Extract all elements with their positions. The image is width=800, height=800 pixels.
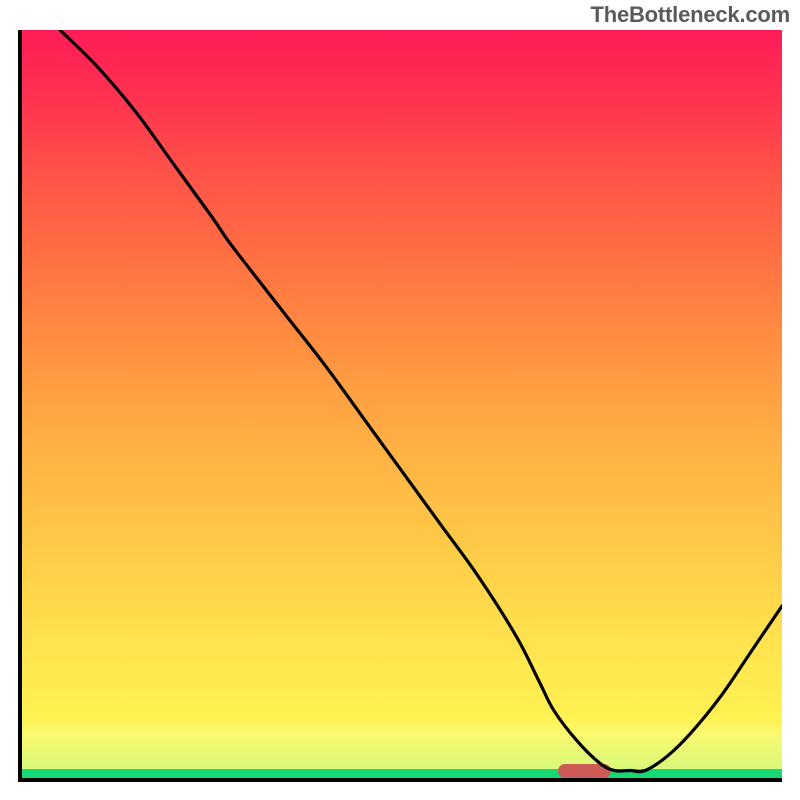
chart-frame	[18, 30, 782, 782]
watermark-text: TheBottleneck.com	[590, 2, 790, 28]
chart-background-gradient	[22, 30, 782, 778]
optimum-marker	[558, 764, 611, 778]
